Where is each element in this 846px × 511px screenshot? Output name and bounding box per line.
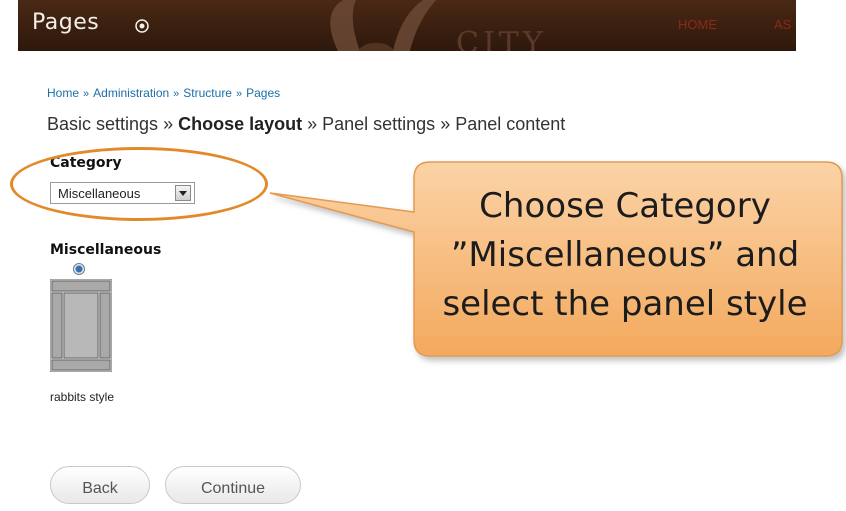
layout-option-label: rabbits style xyxy=(50,390,115,404)
highlight-ellipse xyxy=(10,147,268,221)
breadcrumb: Home» Administration» Structure» Pages xyxy=(47,86,280,100)
step-panel-content: Panel content xyxy=(455,114,566,134)
callout-text: Choose Category ”Miscellaneous” and sele… xyxy=(415,182,835,329)
back-button[interactable]: Back xyxy=(50,466,150,504)
page-title: Pages xyxy=(32,10,100,35)
breadcrumb-separator: » xyxy=(173,88,180,100)
step-panel-settings: Panel settings xyxy=(322,114,436,134)
header-watermark: CITY xyxy=(456,26,547,51)
callout-line: ”Miscellaneous” and xyxy=(450,235,800,275)
nav-home-link[interactable]: HOME xyxy=(678,17,717,32)
rabbit-logo-icon xyxy=(330,0,436,51)
breadcrumb-pages[interactable]: Pages xyxy=(246,86,280,100)
step-choose-layout: Choose layout xyxy=(178,114,303,134)
callout-line: select the panel style xyxy=(442,284,808,324)
wizard-steps: Basic settings» Choose layout» Panel setti… xyxy=(47,114,565,135)
breadcrumb-administration[interactable]: Administration xyxy=(93,86,169,100)
breadcrumb-home[interactable]: Home xyxy=(47,86,79,100)
site-header: CITY Pages HOME AS xyxy=(18,0,796,51)
callout-line: Choose Category xyxy=(479,186,771,226)
rabbits-layout-thumbnail[interactable] xyxy=(50,279,112,372)
step-separator: » xyxy=(440,114,451,134)
layout-radio-button[interactable] xyxy=(73,263,85,275)
add-shortcut-icon[interactable] xyxy=(135,19,149,33)
step-basic-settings: Basic settings xyxy=(47,114,159,134)
continue-button[interactable]: Continue xyxy=(165,466,301,504)
breadcrumb-separator: » xyxy=(83,88,90,100)
breadcrumb-structure[interactable]: Structure xyxy=(183,86,232,100)
breadcrumb-separator: » xyxy=(235,88,243,100)
nav-next-link[interactable]: AS xyxy=(774,17,791,32)
step-separator: » xyxy=(307,114,318,134)
layout-group-label: Miscellaneous xyxy=(50,242,162,258)
step-separator: » xyxy=(163,114,174,134)
